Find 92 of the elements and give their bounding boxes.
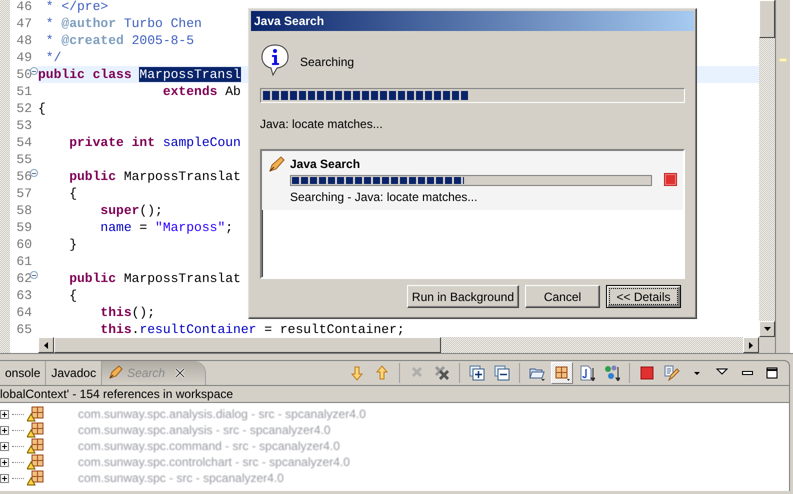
code-line: { xyxy=(38,101,46,116)
line-number: 62 xyxy=(15,270,32,287)
task-label: Java: locate matches... xyxy=(260,116,384,133)
line-number: 48 xyxy=(15,32,32,49)
fold-icon[interactable] xyxy=(30,271,38,279)
info-icon xyxy=(260,43,290,77)
line-number: 65 xyxy=(15,321,32,337)
scroll-thumb[interactable] xyxy=(54,337,441,353)
line-number: 49 xyxy=(15,49,32,66)
code-line: public MarpossTranslat xyxy=(68,169,241,184)
maximize-icon xyxy=(764,365,780,381)
expand-toggle[interactable] xyxy=(0,474,9,482)
code-line: * @author Turbo Chen xyxy=(44,16,202,31)
pen-icon xyxy=(107,365,124,381)
pen-icon xyxy=(268,155,286,173)
dialog-button[interactable]: Cancel xyxy=(525,285,600,308)
line-number: 63 xyxy=(15,287,32,304)
line-number: 61 xyxy=(15,253,32,270)
close-icon[interactable] xyxy=(175,368,186,378)
package-button[interactable] xyxy=(551,362,573,384)
line-number: 60 xyxy=(15,236,32,253)
line-number: 59 xyxy=(15,219,32,236)
code-line: * @created 2005-8-5 xyxy=(44,33,194,48)
line-number: 64 xyxy=(15,304,32,321)
package-warning-icon xyxy=(27,438,45,454)
expand-toggle[interactable] xyxy=(0,458,9,466)
package-warning-icon xyxy=(27,422,45,438)
minimize-icon xyxy=(742,371,752,375)
code-line: * </pre> xyxy=(44,0,108,14)
code-line: { xyxy=(68,186,78,201)
line-number: 50 xyxy=(15,66,32,83)
expand-all-icon xyxy=(469,365,485,381)
line-number: 46 xyxy=(15,0,32,15)
caret-icon xyxy=(694,372,700,374)
search-history-icon xyxy=(664,365,680,381)
expand-toggle[interactable] xyxy=(0,442,9,450)
line-number: 54 xyxy=(15,134,32,151)
scroll-down-button[interactable] xyxy=(759,321,775,337)
line-number: 58 xyxy=(15,202,32,219)
dialog-button[interactable]: << Details xyxy=(606,285,681,308)
result-label[interactable]: com.sunway.spc.command - src - spcanalyzer4.0 xyxy=(78,437,340,455)
code-line: extends Ab xyxy=(162,84,241,99)
line-number: 55 xyxy=(15,151,32,168)
panel-tab[interactable]: onsole xyxy=(0,361,46,385)
next-arrow-icon xyxy=(349,365,365,381)
line-number: 52 xyxy=(15,100,32,117)
package-warning-icon xyxy=(27,406,45,422)
package-icon xyxy=(554,365,570,381)
result-label[interactable]: com.sunway.spc.controlchart - src - spcanalyzer4.0 xyxy=(78,453,350,471)
code-line: { xyxy=(68,288,78,303)
line-number: 56 xyxy=(15,168,32,185)
code-line: */ xyxy=(44,50,62,65)
code-line: this(); xyxy=(99,305,156,320)
code-line: name = "Marposs"; xyxy=(99,220,234,235)
code-line: this.resultContainer = resultContainer; xyxy=(99,322,405,337)
code-line: } xyxy=(68,237,78,252)
file-icon xyxy=(579,365,595,381)
dialog-button[interactable]: Run in Background xyxy=(406,285,519,308)
dialog-title: Java Search xyxy=(251,11,694,31)
scroll-right-button[interactable] xyxy=(743,337,759,353)
scroll-left-button[interactable] xyxy=(38,337,54,353)
job-status: Searching - Java: locate matches... xyxy=(290,189,478,206)
fold-icon[interactable] xyxy=(30,169,38,177)
package-warning-icon xyxy=(27,470,45,486)
line-number: 47 xyxy=(15,15,32,32)
code-line: public MarpossTranslat xyxy=(68,271,241,286)
collapse-all-icon xyxy=(494,365,510,381)
result-label[interactable]: com.sunway.spc.analysis.dialog - src - spcanalyzer4.0 xyxy=(78,405,366,423)
fold-icon[interactable] xyxy=(30,67,38,75)
down-arrow-icon xyxy=(764,327,770,331)
remove-all-icon xyxy=(434,365,450,381)
stop-icon xyxy=(639,365,655,381)
code-line: public class MarpossTransl xyxy=(38,67,241,82)
panel-tab[interactable]: Search xyxy=(102,361,206,385)
job-name: Java Search xyxy=(290,156,362,173)
dialog-message: Searching xyxy=(300,54,354,71)
left-arrow-icon xyxy=(44,342,48,348)
result-label[interactable]: com.sunway.spc - src - spcanalyzer4.0 xyxy=(78,469,284,487)
line-number: 53 xyxy=(15,117,32,134)
right-arrow-icon xyxy=(749,342,753,348)
overview-marker[interactable] xyxy=(779,58,787,62)
line-number: 51 xyxy=(15,83,32,100)
expand-toggle[interactable] xyxy=(0,410,9,418)
result-label[interactable]: com.sunway.spc.analysis - src - spcanalyzer4.0 xyxy=(78,421,331,439)
code-line: super(); xyxy=(99,203,163,218)
previous-arrow-icon xyxy=(374,365,390,381)
hierarchy-icon xyxy=(604,365,620,381)
line-number: 57 xyxy=(15,185,32,202)
package-warning-icon xyxy=(27,454,45,470)
scroll-thumb[interactable] xyxy=(759,0,775,38)
code-line: private int sampleCoun xyxy=(68,135,241,150)
expand-toggle[interactable] xyxy=(0,426,9,434)
